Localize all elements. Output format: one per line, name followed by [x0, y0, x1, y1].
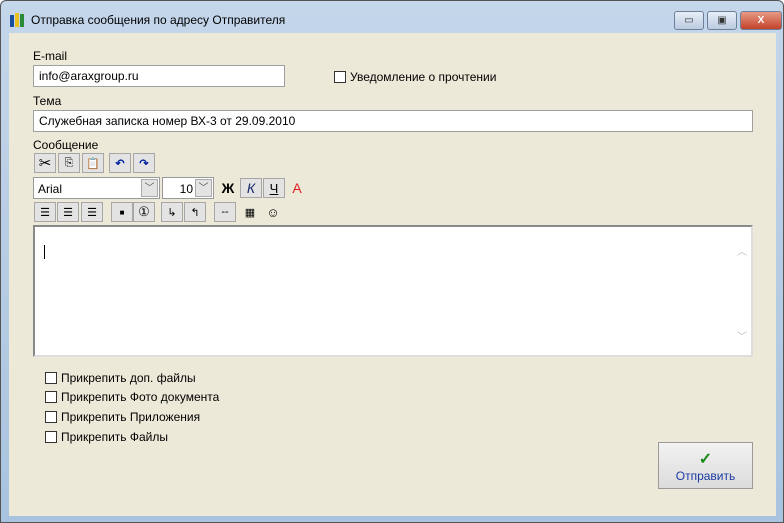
- books-app-icon: [10, 13, 24, 27]
- message-editor[interactable]: ︿ ﹀: [33, 225, 753, 357]
- attach-extra-files-checkbox[interactable]: Прикрепить доп. файлы: [45, 371, 196, 385]
- minimize-button[interactable]: ▭: [674, 11, 704, 30]
- bold-button[interactable]: Ж: [217, 178, 239, 198]
- insert-image-button[interactable]: ▦: [239, 202, 261, 222]
- copy-button[interactable]: ⎘: [58, 153, 80, 173]
- message-label: Сообщение: [33, 138, 99, 152]
- paste-button[interactable]: 📋: [82, 153, 104, 173]
- align-left-icon: ☰: [40, 206, 50, 219]
- email-label: E-mail: [33, 49, 68, 63]
- font-value: Arial: [38, 182, 63, 196]
- redo-button[interactable]: ↷: [133, 153, 155, 173]
- numbering-button[interactable]: ①: [133, 202, 155, 222]
- text-color-button[interactable]: A: [286, 178, 308, 198]
- align-center-button[interactable]: ☰: [57, 202, 79, 222]
- checkbox-label: Прикрепить Приложения: [61, 410, 201, 424]
- checkbox-label: Прикрепить Фото документа: [61, 390, 220, 404]
- checkmark-icon: ✓: [698, 451, 713, 468]
- attach-files-checkbox[interactable]: Прикрепить Файлы: [45, 430, 168, 444]
- copy-icon: ⎘: [64, 156, 74, 169]
- align-center-icon: ☰: [63, 206, 73, 219]
- email-field[interactable]: info@araxgroup.ru: [33, 65, 285, 87]
- checkbox-box[interactable]: [45, 431, 57, 443]
- close-button[interactable]: X: [740, 11, 782, 30]
- checkbox-box[interactable]: [334, 71, 346, 83]
- checkbox-box[interactable]: [45, 411, 57, 423]
- send-button[interactable]: ✓ Отправить: [658, 442, 753, 489]
- scroll-down-icon[interactable]: ﹀: [737, 328, 747, 343]
- horizontal-line-button[interactable]: --: [214, 202, 236, 222]
- subject-label: Тема: [33, 94, 62, 108]
- cut-button[interactable]: ✂: [34, 153, 56, 173]
- read-receipt-checkbox[interactable]: Уведомление о прочтении: [334, 70, 496, 84]
- undo-button[interactable]: ↶: [109, 153, 131, 173]
- text-cursor: [44, 245, 45, 259]
- subject-field[interactable]: Служебная записка номер ВХ-3 от 29.09.20…: [33, 110, 753, 132]
- align-left-button[interactable]: ☰: [34, 202, 56, 222]
- font-select[interactable]: Arial ﹀: [33, 177, 160, 199]
- checkbox-box[interactable]: [45, 391, 57, 403]
- indent-icon: ↳: [167, 206, 177, 219]
- checkbox-box[interactable]: [45, 372, 57, 384]
- checkbox-label: Прикрепить доп. файлы: [61, 371, 196, 385]
- outdent-button[interactable]: ↰: [184, 202, 206, 222]
- attach-photo-checkbox[interactable]: Прикрепить Фото документа: [45, 390, 219, 404]
- checkbox-label: Прикрепить Файлы: [61, 430, 169, 444]
- chevron-down-icon[interactable]: ﹀: [195, 179, 212, 197]
- font-size-select[interactable]: 10 ﹀: [162, 177, 214, 199]
- bullets-button[interactable]: ■: [111, 202, 133, 222]
- dialog-window: Отправка сообщения по адресу Отправителя…: [0, 0, 784, 523]
- outdent-icon: ↰: [190, 206, 200, 219]
- read-receipt-label: Уведомление о прочтении: [350, 70, 497, 84]
- align-right-button[interactable]: ☰: [81, 202, 103, 222]
- font-size-value: 10: [179, 182, 193, 196]
- maximize-button[interactable]: ▣: [707, 11, 737, 30]
- redo-icon: ↷: [139, 157, 149, 170]
- emoticon-button[interactable]: ☺: [262, 202, 284, 222]
- align-right-icon: ☰: [87, 206, 97, 219]
- underline-button[interactable]: Ч: [263, 178, 285, 198]
- window-title: Отправка сообщения по адресу Отправителя: [31, 13, 286, 27]
- indent-button[interactable]: ↳: [161, 202, 183, 222]
- undo-icon: ↶: [115, 157, 125, 170]
- italic-button[interactable]: К: [240, 178, 262, 198]
- attach-appendices-checkbox[interactable]: Прикрепить Приложения: [45, 410, 200, 424]
- scroll-up-icon[interactable]: ︿: [737, 243, 747, 258]
- paste-icon: 📋: [86, 157, 100, 170]
- scissors-icon: ✂: [38, 155, 52, 172]
- dialog-body: E-mail info@araxgroup.ru Уведомление о п…: [9, 33, 776, 516]
- image-icon: ▦: [244, 206, 256, 219]
- send-label: Отправить: [675, 469, 736, 483]
- chevron-down-icon[interactable]: ﹀: [141, 179, 158, 197]
